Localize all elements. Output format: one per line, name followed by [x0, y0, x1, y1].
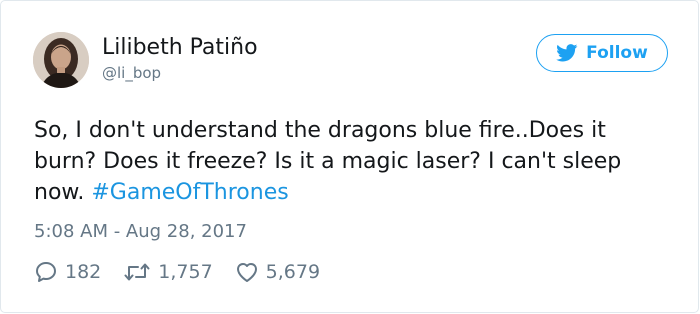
reply-button[interactable]: 182 — [34, 260, 101, 284]
tweet-timestamp[interactable]: 5:08 AM - Aug 28, 2017 — [34, 221, 247, 243]
like-button[interactable]: 5,679 — [235, 261, 320, 283]
action-bar: 182 1,757 5,679 — [34, 259, 342, 285]
heart-icon — [236, 263, 257, 282]
follow-button[interactable]: Follow — [536, 34, 668, 72]
twitter-bird-icon — [556, 44, 578, 62]
tweet-card: Lilibeth Patiño @li_bop Follow So, I don… — [0, 0, 699, 313]
avatar[interactable] — [33, 32, 89, 88]
hashtag-link[interactable]: #GameOfThrones — [91, 180, 288, 205]
like-count: 5,679 — [265, 261, 321, 283]
retweet-icon — [124, 263, 150, 281]
follow-button-label: Follow — [586, 43, 648, 63]
retweet-count: 1,757 — [158, 261, 213, 283]
reply-count: 182 — [65, 261, 102, 283]
tweet-text: So, I don't understand the dragons blue … — [34, 115, 674, 208]
reply-icon — [36, 262, 56, 282]
retweet-button[interactable]: 1,757 — [123, 260, 213, 284]
user-handle[interactable]: @li_bop — [102, 64, 161, 82]
profile-photo-icon — [33, 32, 89, 88]
display-name[interactable]: Lilibeth Patiño — [102, 35, 258, 61]
